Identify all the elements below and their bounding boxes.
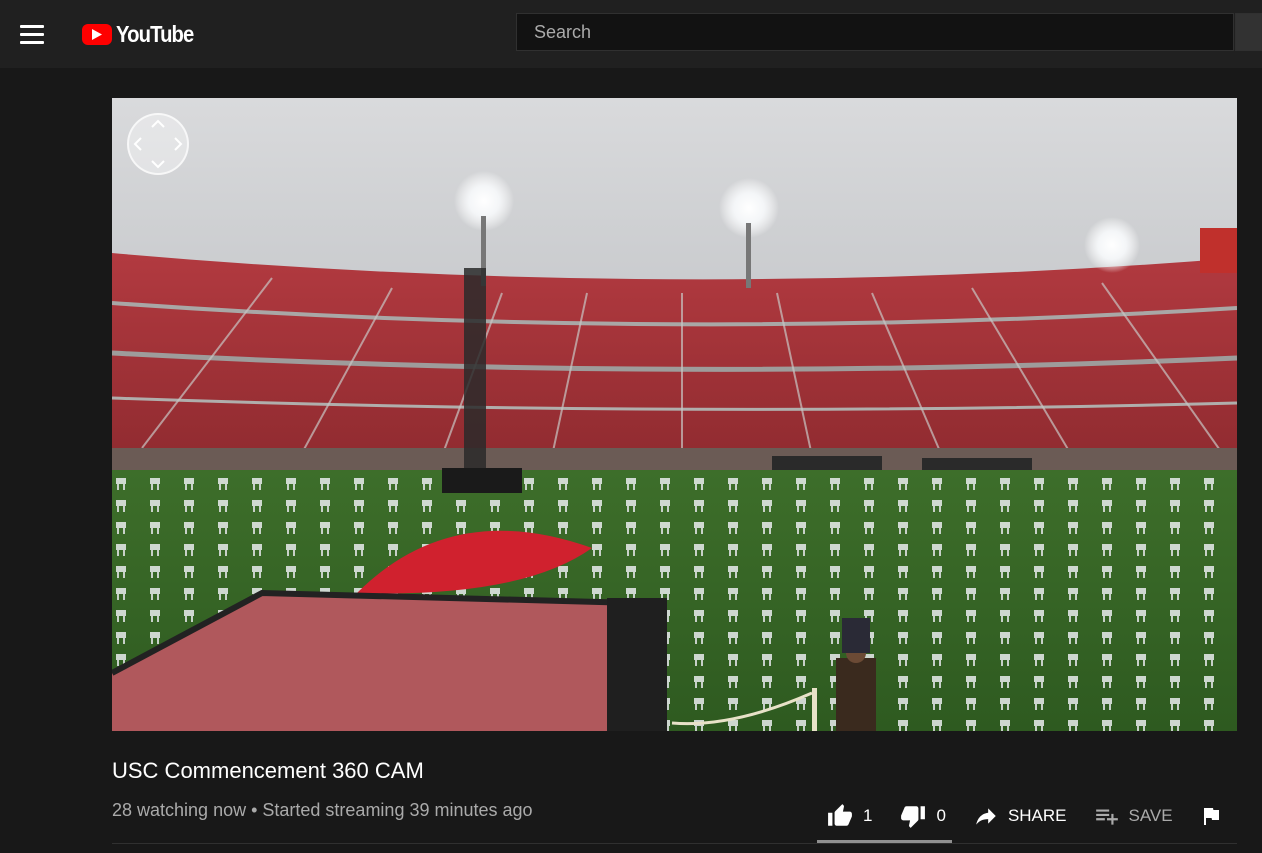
search-button[interactable] xyxy=(1235,13,1262,51)
video-title: USC Commencement 360 CAM xyxy=(112,758,424,783)
save-label: SAVE xyxy=(1128,806,1173,825)
masthead: YouTube xyxy=(0,0,1262,68)
video-frame xyxy=(112,98,1237,731)
like-count: 1 xyxy=(863,806,873,825)
search-input[interactable] xyxy=(532,20,1233,44)
share-arrow-icon xyxy=(976,808,996,825)
divider xyxy=(112,843,1237,844)
video-player[interactable] xyxy=(112,98,1237,731)
playlist-add-icon xyxy=(1095,809,1118,825)
report-button[interactable] xyxy=(1199,803,1223,829)
flag-icon xyxy=(1203,808,1219,825)
dislike-count: 0 xyxy=(936,806,946,825)
direction-arrows-icon xyxy=(133,119,183,169)
like-button[interactable]: 1 xyxy=(825,803,872,829)
youtube-logo[interactable]: YouTube xyxy=(82,20,204,48)
thumbs-down-icon xyxy=(901,806,926,828)
thumbs-up-icon xyxy=(828,804,852,826)
logo-text: YouTube xyxy=(116,20,194,47)
360-navigation-control[interactable] xyxy=(127,113,189,175)
video-meta: 28 watching now • Started streaming 39 m… xyxy=(112,800,533,820)
search-box[interactable] xyxy=(516,13,1234,51)
share-label: SHARE xyxy=(1007,806,1067,825)
dislike-button[interactable]: 0 xyxy=(898,803,946,829)
video-actions: 1 0 SHARE SAVE xyxy=(817,796,1223,836)
save-button[interactable]: SAVE xyxy=(1093,803,1173,829)
menu-icon[interactable] xyxy=(20,20,52,48)
share-button[interactable]: SHARE xyxy=(972,803,1067,829)
play-logo-icon xyxy=(82,23,112,45)
